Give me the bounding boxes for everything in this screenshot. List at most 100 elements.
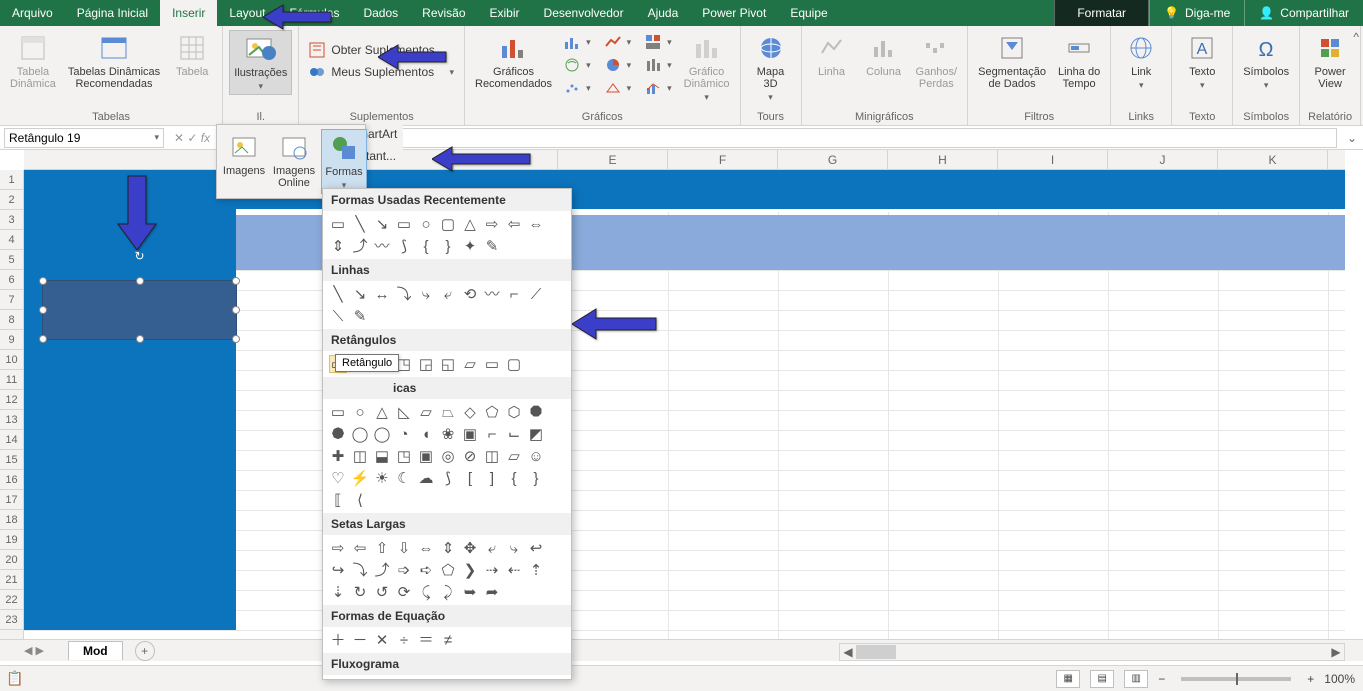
- shape-rect[interactable]: ▭: [395, 215, 413, 233]
- shape-oct[interactable]: ⯄: [329, 425, 347, 443]
- shape-chord[interactable]: ◖: [417, 425, 435, 443]
- sa-bentR[interactable]: ⤷: [505, 539, 523, 557]
- shape-cube[interactable]: ◳: [395, 447, 413, 465]
- shape-brkt-l[interactable]: [: [461, 469, 479, 487]
- zoom-value[interactable]: 100%: [1324, 672, 1355, 686]
- chart-combo-icon[interactable]: ▾: [641, 78, 676, 98]
- chart-pie-icon[interactable]: ▾: [601, 55, 636, 75]
- sa-callR[interactable]: ⇢: [483, 561, 501, 579]
- resize-handle[interactable]: [136, 277, 144, 285]
- segmentacao-button[interactable]: Segmentação de Dados: [974, 30, 1050, 92]
- sa-chev[interactable]: ❯: [461, 561, 479, 579]
- graficos-recomendados-button[interactable]: Gráficos Recomendados: [471, 30, 556, 92]
- tab-inserir[interactable]: Inserir: [160, 0, 217, 26]
- eq-mult[interactable]: ✕: [373, 631, 391, 649]
- simbolos-button[interactable]: ΩSímbolos▾: [1239, 30, 1293, 93]
- row-18[interactable]: 18: [0, 510, 23, 530]
- sa-callD[interactable]: ⇣: [329, 583, 347, 601]
- tell-me[interactable]: Diga-me: [1149, 0, 1244, 26]
- tab-ajuda[interactable]: Ajuda: [636, 0, 691, 26]
- sa-uturn2[interactable]: ↪: [329, 561, 347, 579]
- sa-bentL[interactable]: ⤶: [483, 539, 501, 557]
- shape-arc2[interactable]: ⟆: [439, 469, 457, 487]
- shape-block[interactable]: ◫: [483, 447, 501, 465]
- sa-circ[interactable]: ↻: [351, 583, 369, 601]
- imagens-online-button[interactable]: Imagens Online: [271, 129, 317, 194]
- shape-l5[interactable]: ⤷: [417, 285, 435, 303]
- tab-formatar[interactable]: Formatar: [1054, 0, 1149, 26]
- shape-l7[interactable]: ⟲: [461, 285, 479, 303]
- row-19[interactable]: 19: [0, 530, 23, 550]
- row-5[interactable]: 5: [0, 250, 23, 270]
- ilustracoes-button[interactable]: Ilustrações▾: [229, 30, 292, 95]
- zoom-in-button[interactable]: +: [1307, 672, 1314, 686]
- tab-desenvolvedor[interactable]: Desenvolvedor: [532, 0, 636, 26]
- col-E[interactable]: E: [558, 150, 668, 169]
- mapa-3d-button[interactable]: Mapa 3D▾: [747, 30, 795, 105]
- row-10[interactable]: 10: [0, 350, 23, 370]
- shape-moon[interactable]: ☾: [395, 469, 413, 487]
- shape-textbox[interactable]: ▭: [329, 215, 347, 233]
- texto-button[interactable]: ATexto▾: [1178, 30, 1226, 93]
- sa-u[interactable]: ⇧: [373, 539, 391, 557]
- shape-arc[interactable]: ⟆: [395, 237, 413, 255]
- sa-callU[interactable]: ⇡: [527, 561, 545, 579]
- shape-rect-round1[interactable]: ◱: [439, 355, 457, 373]
- sheet-nav[interactable]: ◀ ▶: [24, 644, 44, 657]
- chart-line-icon[interactable]: ▾: [601, 32, 636, 52]
- shape-line-arrow[interactable]: ↘: [373, 215, 391, 233]
- sa-r[interactable]: ⇨: [329, 539, 347, 557]
- view-normal-button[interactable]: ▦: [1056, 670, 1080, 688]
- collapse-ribbon-icon[interactable]: ^: [1353, 30, 1359, 44]
- chart-scatter-icon[interactable]: ▾: [560, 78, 595, 98]
- shape-brkt-r[interactable]: ]: [483, 469, 501, 487]
- row-23[interactable]: 23: [0, 610, 23, 630]
- spark-coluna-button[interactable]: Coluna: [860, 30, 908, 80]
- col-H[interactable]: H: [888, 150, 998, 169]
- row-2[interactable]: 2: [0, 190, 23, 210]
- eq-minus[interactable]: －: [351, 631, 369, 649]
- sa-l[interactable]: ⇦: [351, 539, 369, 557]
- resize-handle[interactable]: [136, 335, 144, 343]
- selected-rectangle-shape[interactable]: ↻: [42, 280, 237, 340]
- shape-l6[interactable]: ⤶: [439, 285, 457, 303]
- shape-tear[interactable]: ❀: [439, 425, 457, 443]
- shape-arrow-ud[interactable]: ⇕: [329, 237, 347, 255]
- row-14[interactable]: 14: [0, 430, 23, 450]
- row-4[interactable]: 4: [0, 230, 23, 250]
- tabelas-recomendadas-button[interactable]: Tabelas Dinâmicas Recomendadas: [64, 30, 164, 92]
- row-12[interactable]: 12: [0, 390, 23, 410]
- tab-dados[interactable]: Dados: [351, 0, 410, 26]
- row-15[interactable]: 15: [0, 450, 23, 470]
- shape-diag[interactable]: ◩: [527, 425, 545, 443]
- chart-map-icon[interactable]: ▾: [560, 55, 595, 75]
- sa-uturn[interactable]: ↩: [527, 539, 545, 557]
- sa-sw[interactable]: ⟳: [395, 583, 413, 601]
- shape-cross[interactable]: ✚: [329, 447, 347, 465]
- zoom-slider[interactable]: [1181, 677, 1291, 681]
- shape-halfframe[interactable]: ⌐: [483, 425, 501, 443]
- shape-fold[interactable]: ▱: [505, 447, 523, 465]
- shape-donut[interactable]: ◎: [439, 447, 457, 465]
- shape-line[interactable]: ╲: [351, 215, 369, 233]
- shape-pent[interactable]: ⬠: [483, 403, 501, 421]
- power-view-button[interactable]: Power View: [1306, 30, 1354, 92]
- shape-rounded[interactable]: ▢: [439, 215, 457, 233]
- shape-l8[interactable]: 〰: [483, 285, 501, 303]
- grafico-dinamico-button[interactable]: Gráfico Dinâmico▾: [680, 30, 734, 105]
- shape-brc-l[interactable]: {: [505, 469, 523, 487]
- shape-oval[interactable]: ○: [417, 215, 435, 233]
- shape-lshape[interactable]: ⌙: [505, 425, 523, 443]
- horizontal-scrollbar[interactable]: ◀▶: [839, 643, 1345, 661]
- shape-ov[interactable]: ○: [351, 403, 369, 421]
- shape-free[interactable]: ✎: [483, 237, 501, 255]
- tab-exibir[interactable]: Exibir: [478, 0, 532, 26]
- sa-lr[interactable]: ⇔: [417, 539, 435, 557]
- shape-l10[interactable]: ⟋: [527, 285, 545, 303]
- col-I[interactable]: I: [998, 150, 1108, 169]
- tabela-button[interactable]: Tabela: [168, 30, 216, 80]
- shape-l11[interactable]: ⟍: [329, 307, 347, 325]
- sa-curv2[interactable]: ⤴: [373, 561, 391, 579]
- shape-tb[interactable]: ▭: [329, 403, 347, 421]
- row-13[interactable]: 13: [0, 410, 23, 430]
